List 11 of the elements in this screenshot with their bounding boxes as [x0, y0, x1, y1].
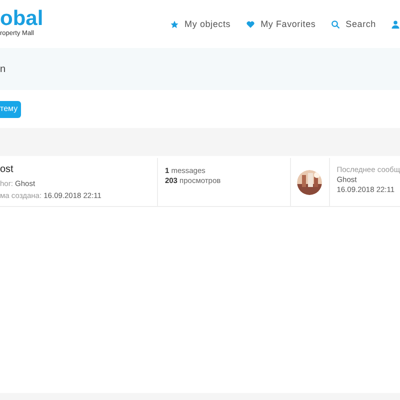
search-icon	[330, 20, 340, 30]
nav-link[interactable]: Search	[330, 18, 376, 32]
star-icon	[170, 20, 179, 30]
nav-link[interactable]: My objects	[170, 18, 231, 32]
logo-text: obal	[0, 8, 44, 30]
user-icon	[391, 20, 400, 30]
nav-link[interactable]: My Favorites	[246, 18, 316, 32]
topic-title[interactable]: ost	[0, 164, 157, 176]
heart-icon	[246, 20, 255, 30]
banner-text: n	[0, 62, 6, 76]
nav-link[interactable]	[391, 20, 400, 30]
